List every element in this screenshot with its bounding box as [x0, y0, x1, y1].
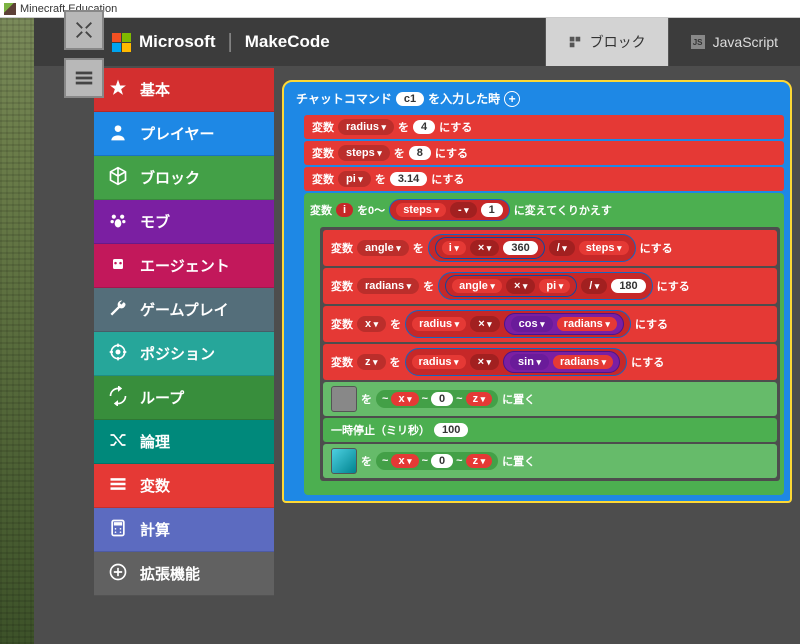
category-label: モブ	[140, 211, 170, 232]
category-label: ブロック	[140, 167, 200, 188]
x-expr[interactable]: radius × cos radians	[405, 310, 631, 338]
divider: |	[228, 31, 233, 54]
category-cube[interactable]: ブロック	[94, 156, 274, 200]
set-radius-block[interactable]: 変数 radius を 4 にする	[304, 115, 784, 139]
editor-topbar: Microsoft | MakeCode ブロック JS JavaScript	[34, 18, 800, 66]
category-label: 論理	[140, 431, 170, 452]
tab-blocks-label: ブロック	[590, 32, 646, 52]
position-expr[interactable]: ~ x ~ 0 ~ z	[376, 452, 498, 470]
block-picker-icon[interactable]	[331, 386, 357, 412]
category-label: エージェント	[140, 255, 230, 276]
place-block-1[interactable]: を ~ x ~ 0 ~ z	[323, 382, 777, 416]
category-label: 変数	[140, 475, 170, 496]
tab-js-label: JavaScript	[713, 34, 778, 50]
app-icon	[4, 3, 16, 15]
category-calc[interactable]: 計算	[94, 508, 274, 552]
plus-icon	[108, 562, 128, 586]
fullscreen-button[interactable]	[64, 10, 104, 50]
set-steps-block[interactable]: 変数 steps を 8 にする	[304, 141, 784, 165]
set-x-block[interactable]: 変数 x を radius × cos radi	[323, 306, 777, 342]
category-shuffle[interactable]: 論理	[94, 420, 274, 464]
loop-icon	[108, 386, 128, 410]
category-robot[interactable]: エージェント	[94, 244, 274, 288]
category-sidebar: 基本プレイヤーブロックモブエージェントゲームプレイポジションループ論理変数計算拡…	[94, 66, 274, 644]
tab-blocks[interactable]: ブロック	[545, 18, 668, 66]
block-picker-icon[interactable]	[331, 448, 357, 474]
star-icon	[108, 78, 128, 102]
chat-suffix: を入力した時	[428, 90, 500, 107]
radians-expr[interactable]: angle × pi / 180	[438, 272, 653, 300]
category-plus[interactable]: 拡張機能	[94, 552, 274, 596]
person-icon	[108, 122, 128, 146]
add-param-button[interactable]: +	[504, 91, 520, 107]
category-label: 基本	[140, 79, 170, 100]
tab-javascript[interactable]: JS JavaScript	[668, 18, 800, 66]
pause-block[interactable]: 一時停止（ミリ秒） 100	[323, 418, 777, 442]
category-label: プレイヤー	[140, 123, 215, 144]
microsoft-logo-icon	[112, 33, 131, 52]
target-icon	[108, 342, 128, 366]
category-label: 拡張機能	[140, 563, 200, 584]
position-expr[interactable]: ~ x ~ 0 ~ z	[376, 390, 498, 408]
calc-icon	[108, 518, 128, 542]
microsoft-label: Microsoft	[139, 32, 216, 52]
set-z-block[interactable]: 変数 z を radius × sin radi	[323, 344, 777, 380]
set-radians-block[interactable]: 変数 radians を angle × pi	[323, 268, 777, 304]
category-target[interactable]: ポジション	[94, 332, 274, 376]
list-icon	[108, 474, 128, 498]
place-block-2[interactable]: を ~ x ~ 0 ~ z	[323, 444, 777, 478]
category-label: ゲームプレイ	[140, 299, 229, 320]
set-pi-block[interactable]: 変数 pi を 3.14 にする	[304, 167, 784, 191]
category-wrench[interactable]: ゲームプレイ	[94, 288, 274, 332]
wrench-icon	[108, 298, 128, 322]
menu-button[interactable]	[64, 58, 104, 98]
blocks-canvas[interactable]: チャットコマンド c1 を入力した時 + 変数 radius を 4 にする	[274, 66, 800, 644]
category-loop[interactable]: ループ	[94, 376, 274, 420]
category-label: 計算	[140, 519, 170, 540]
robot-icon	[108, 254, 128, 278]
category-person[interactable]: プレイヤー	[94, 112, 274, 156]
paw-icon	[108, 210, 128, 234]
shuffle-icon	[108, 430, 128, 454]
cube-icon	[108, 166, 128, 190]
chat-prefix: チャットコマンド	[296, 90, 392, 107]
angle-expr[interactable]: i × 360 / steps	[428, 234, 636, 262]
window-titlebar: Minecraft Education	[0, 0, 800, 18]
makecode-label: MakeCode	[245, 32, 330, 52]
chat-cmd-input[interactable]: c1	[396, 92, 424, 106]
set-angle-block[interactable]: 変数 angle を i × 360	[323, 230, 777, 266]
z-expr[interactable]: radius × sin radians	[405, 348, 628, 376]
on-chat-command-block[interactable]: チャットコマンド c1 を入力した時 + 変数 radius を 4 にする	[282, 80, 792, 503]
game-background	[0, 18, 34, 644]
steps-minus-1[interactable]: steps - 1	[389, 199, 510, 221]
category-list[interactable]: 変数	[94, 464, 274, 508]
for-loop-block[interactable]: 変数 i を0～ steps - 1 に変えてくりかえす	[304, 193, 784, 495]
js-icon: JS	[691, 35, 705, 49]
category-paw[interactable]: モブ	[94, 200, 274, 244]
category-label: ループ	[140, 387, 184, 408]
category-star[interactable]: 基本	[94, 68, 274, 112]
category-label: ポジション	[140, 343, 215, 364]
